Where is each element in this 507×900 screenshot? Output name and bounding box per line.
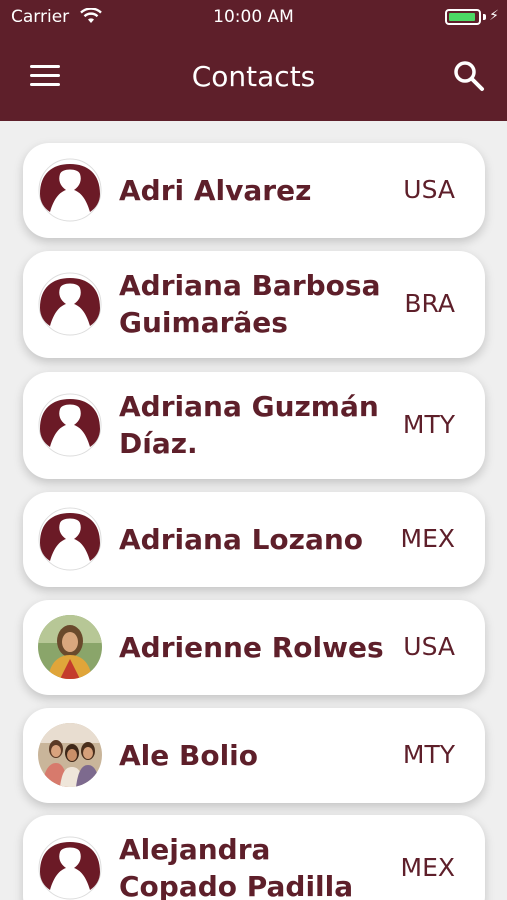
person-silhouette-icon <box>38 272 102 336</box>
avatar-photo <box>38 723 102 787</box>
search-icon <box>454 61 484 91</box>
contact-country: BRA <box>404 289 455 318</box>
contact-card[interactable]: Adriana Lozano MEX <box>23 492 485 587</box>
contact-name-line1: Adriana Lozano <box>119 523 364 556</box>
profile-photo <box>38 723 102 787</box>
app-header: Carrier 10:00 AM ⚡ Contacts <box>0 0 507 121</box>
contact-name: Adri Alvarez <box>119 172 311 209</box>
contact-card[interactable]: Adriana Guzmán Díaz. MTY <box>23 372 485 479</box>
contact-country: USA <box>403 632 455 661</box>
contact-name-line1: Adri Alvarez <box>119 174 312 207</box>
contact-name-line1: Ale Bolio <box>119 739 259 772</box>
contact-card[interactable]: Ale Bolio MTY <box>23 708 485 803</box>
contact-country: MEX <box>400 853 456 882</box>
contact-country: MTY <box>402 410 455 439</box>
person-silhouette-icon <box>38 158 102 222</box>
avatar-photo <box>38 615 102 679</box>
avatar <box>38 272 102 336</box>
contact-name-line2: Copado Padilla <box>119 870 354 900</box>
contact-name-line2: Guimarães <box>119 306 288 339</box>
contact-list[interactable]: Adri Alvarez USA Adriana Barbosa Guimarã… <box>0 121 507 900</box>
person-silhouette-icon <box>38 507 102 571</box>
battery-tip <box>483 14 486 20</box>
contact-name: Adriana Lozano <box>119 521 363 558</box>
charging-bolt-icon: ⚡ <box>489 8 499 24</box>
contact-card[interactable]: Alejandra Copado Padilla MEX <box>23 815 485 900</box>
contact-card[interactable]: Adrienne Rolwes USA <box>23 600 485 695</box>
clock: 10:00 AM <box>213 7 294 27</box>
contact-country: USA <box>403 175 455 204</box>
status-bar: Carrier 10:00 AM ⚡ <box>0 0 507 36</box>
contact-name-line1: Adrienne Rolwes <box>119 631 384 664</box>
contact-name-line1: Adriana Barbosa <box>119 269 381 302</box>
search-button[interactable] <box>451 58 487 94</box>
avatar <box>38 836 102 900</box>
profile-photo <box>38 615 102 679</box>
contact-name: Adrienne Rolwes <box>119 629 384 666</box>
contact-card[interactable]: Adri Alvarez USA <box>23 143 485 238</box>
avatar <box>38 393 102 457</box>
battery-icon <box>445 9 481 25</box>
contact-country: MTY <box>402 740 455 769</box>
person-silhouette-icon <box>38 836 102 900</box>
contact-name-line1: Alejandra <box>119 833 271 866</box>
contact-card[interactable]: Adriana Barbosa Guimarães BRA <box>23 251 485 358</box>
avatar <box>38 158 102 222</box>
contact-name: Alejandra Copado Padilla <box>119 831 353 900</box>
person-silhouette-icon <box>38 393 102 457</box>
contact-name: Adriana Barbosa Guimarães <box>119 267 380 341</box>
contact-country: MEX <box>400 524 456 553</box>
contact-name-line1: Adriana Guzmán <box>119 390 379 423</box>
contact-name: Ale Bolio <box>119 737 258 774</box>
contact-name: Adriana Guzmán Díaz. <box>119 388 379 462</box>
page-title: Contacts <box>191 60 316 93</box>
avatar <box>38 507 102 571</box>
contact-name-line2: Díaz. <box>119 427 198 460</box>
